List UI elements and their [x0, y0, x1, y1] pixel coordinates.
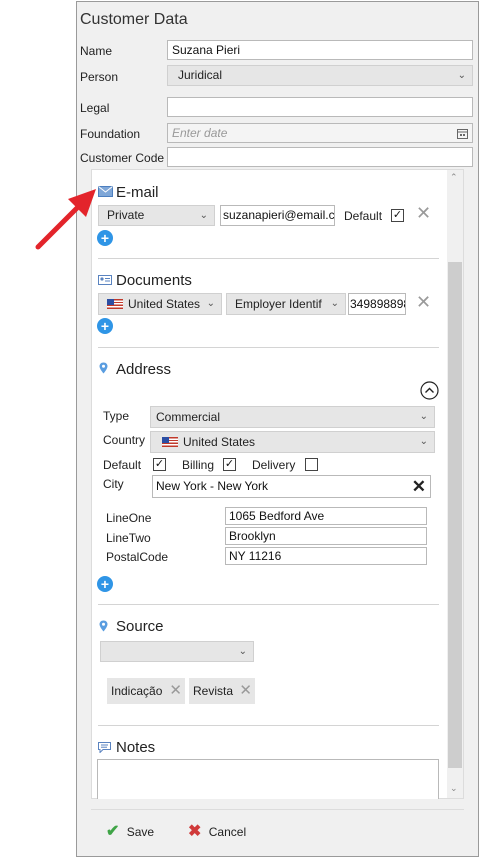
address-country-label: Country — [103, 433, 146, 447]
check-icon: ✔ — [106, 823, 120, 840]
scroll-down-icon[interactable]: ⌄ — [450, 783, 458, 794]
remove-email-icon[interactable]: ✕ — [416, 203, 431, 224]
address-default-label: Default — [103, 458, 142, 472]
address-default-checkbox[interactable]: ✓ — [153, 458, 166, 471]
name-label: Name — [80, 44, 113, 58]
us-flag-icon — [162, 437, 178, 447]
annotation-arrow — [35, 189, 96, 250]
cancel-button[interactable]: ✖ Cancel — [188, 822, 246, 842]
delivery-label: Delivery — [252, 458, 296, 472]
chevron-down-icon: ⌄ — [238, 646, 247, 657]
save-label: Save — [126, 825, 155, 839]
billing-label: Billing — [182, 458, 215, 472]
document-country-value: United States — [128, 297, 201, 311]
notes-textarea[interactable] — [97, 759, 439, 799]
foundation-placeholder: Enter date — [172, 126, 228, 140]
name-input[interactable]: Suzana Pieri — [167, 40, 473, 60]
email-default-checkbox[interactable]: ✓ — [391, 209, 404, 222]
line-one-input[interactable]: 1065 Bedford Ave — [225, 507, 427, 525]
chevron-down-icon: ⌄ — [330, 298, 339, 309]
document-type-value: Employer Identif — [235, 297, 322, 311]
customer-code-label: Customer Code — [80, 151, 165, 165]
scroll-up-icon[interactable]: ⌃ — [450, 172, 458, 183]
notes-icon — [98, 742, 111, 753]
address-type-value: Commercial — [156, 410, 221, 424]
person-label: Person — [80, 70, 119, 84]
add-document-icon[interactable]: + — [97, 318, 113, 334]
line-one-label: LineOne — [106, 511, 152, 525]
notes-section-title: Notes — [116, 739, 156, 756]
postal-code-label: PostalCode — [106, 550, 169, 564]
chevron-down-icon: ⌄ — [457, 70, 466, 81]
email-address-input[interactable]: suzanapieri@email.co — [220, 205, 335, 226]
collapse-icon[interactable] — [420, 381, 439, 400]
divider — [98, 604, 439, 605]
source-tag-label: Revista — [193, 684, 234, 698]
city-label: City — [103, 477, 124, 491]
foundation-date-input[interactable]: Enter date — [167, 123, 473, 143]
foundation-label: Foundation — [80, 127, 141, 141]
line-two-label: LineTwo — [106, 531, 151, 545]
window-title: Customer Data — [80, 11, 188, 28]
email-default-label: Default — [344, 209, 383, 223]
source-tag-label: Indicação — [111, 684, 163, 698]
divider — [98, 725, 439, 726]
city-input[interactable]: New York - New York ✕ — [152, 475, 431, 498]
divider — [98, 347, 439, 348]
document-type-select[interactable]: Employer Identif ⌄ — [226, 293, 346, 315]
add-address-icon[interactable]: + — [97, 576, 113, 592]
address-country-value: United States — [183, 435, 256, 449]
chevron-down-icon: ⌄ — [419, 436, 428, 447]
email-section-title: E-mail — [116, 184, 159, 201]
city-value: New York - New York — [156, 479, 269, 493]
chevron-down-icon: ⌄ — [206, 298, 215, 309]
cancel-label: Cancel — [208, 825, 247, 839]
cancel-x-icon: ✖ — [188, 823, 202, 840]
remove-document-icon[interactable]: ✕ — [416, 292, 431, 313]
calendar-icon[interactable] — [457, 128, 468, 139]
divider — [91, 809, 464, 810]
email-type-value: Private — [107, 208, 145, 222]
source-tag: Revista ✕ — [189, 678, 255, 704]
legal-label: Legal — [80, 101, 110, 115]
postal-code-input[interactable]: NY 11216 — [225, 547, 427, 565]
map-pin-icon — [99, 362, 108, 374]
email-type-select[interactable]: Private ⌄ — [98, 205, 215, 226]
clear-city-icon[interactable]: ✕ — [412, 476, 426, 497]
chevron-down-icon: ⌄ — [419, 411, 428, 422]
us-flag-icon — [107, 299, 123, 309]
document-country-select[interactable]: United States ⌄ — [98, 293, 222, 315]
person-select[interactable]: Juridical ⌄ — [167, 65, 473, 86]
scrollbar-thumb[interactable] — [448, 262, 462, 768]
address-type-label: Type — [103, 409, 130, 423]
save-button[interactable]: ✔ Save — [106, 822, 154, 842]
documents-section-title: Documents — [116, 272, 192, 289]
document-number-input[interactable]: 349898898 — [348, 293, 406, 315]
delivery-checkbox[interactable] — [305, 458, 318, 471]
id-card-icon — [98, 275, 112, 285]
address-section-title: Address — [116, 361, 172, 378]
legal-input[interactable] — [167, 97, 473, 117]
source-select[interactable]: ⌄ — [100, 641, 254, 662]
billing-checkbox[interactable]: ✓ — [223, 458, 236, 471]
source-tag: Indicação ✕ — [107, 678, 185, 704]
customer-code-input[interactable] — [167, 147, 473, 167]
address-country-select[interactable]: United States ⌄ — [150, 431, 435, 453]
person-select-value: Juridical — [178, 68, 223, 82]
divider — [98, 258, 439, 259]
address-type-select[interactable]: Commercial ⌄ — [150, 406, 435, 428]
line-two-input[interactable]: Brooklyn — [225, 527, 427, 545]
remove-tag-icon[interactable]: ✕ — [239, 678, 252, 704]
map-pin-icon — [99, 620, 108, 632]
remove-tag-icon[interactable]: ✕ — [169, 678, 182, 704]
chevron-down-icon: ⌄ — [199, 210, 208, 221]
source-section-title: Source — [116, 618, 164, 635]
